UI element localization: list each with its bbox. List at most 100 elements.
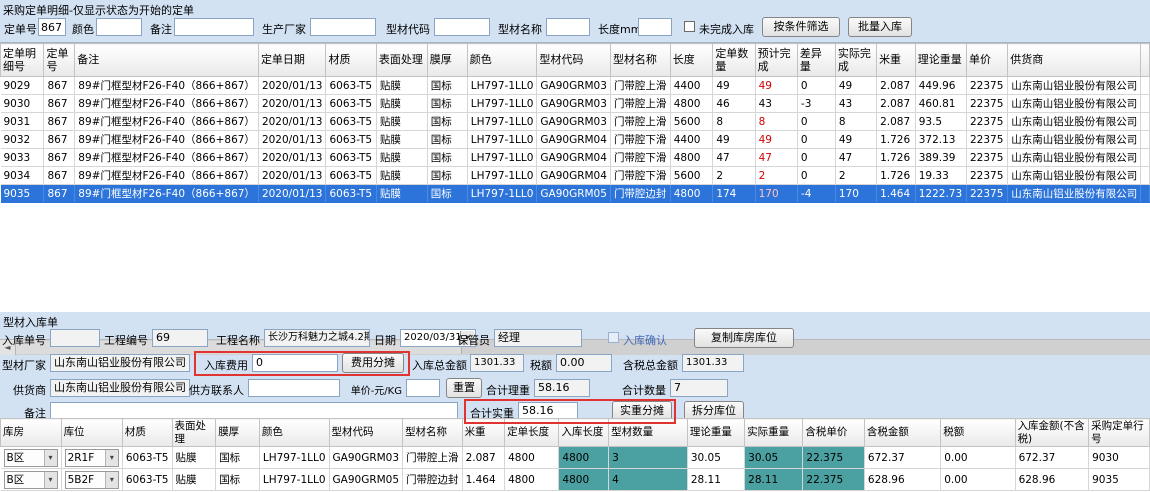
column-header[interactable]: 实际重量 <box>745 419 803 447</box>
column-header[interactable]: 含税单价 <box>803 419 865 447</box>
column-header[interactable]: 库位 <box>61 419 122 447</box>
column-header[interactable]: 长度 <box>670 44 713 77</box>
column-header[interactable]: 备注 <box>75 44 259 77</box>
column-header[interactable]: 型材名称 <box>403 419 463 447</box>
column-header[interactable]: 型材代码 <box>537 44 611 77</box>
receipt-no-field[interactable] <box>50 329 100 347</box>
column-header[interactable]: 颜色 <box>259 419 329 447</box>
column-header[interactable]: 含税金额 <box>864 419 940 447</box>
inbound-total-field[interactable]: 1301.33 <box>470 354 524 372</box>
project-name-field[interactable]: 长沙万科魅力之城4.2期 <box>264 329 370 347</box>
column-header[interactable]: 定单日期 <box>258 44 326 77</box>
cell: 1.726 <box>877 131 916 149</box>
table-row[interactable]: 903386789#门框型材F26-F40（866+867）2020/01/13… <box>1 149 1150 167</box>
unfinished-checkbox[interactable] <box>684 21 695 32</box>
inbound-fee-field[interactable]: 0 <box>252 354 338 372</box>
column-header[interactable]: 膜厚 <box>427 44 467 77</box>
supplier-field[interactable]: 山东南山铝业股份有限公司 <box>50 379 190 397</box>
column-header[interactable] <box>1141 44 1150 77</box>
column-header[interactable]: 定单数量 <box>713 44 755 77</box>
warehouse-combo[interactable]: B区▾ <box>1 447 62 469</box>
column-header[interactable]: 表面处理 <box>376 44 427 77</box>
cell: 6063-T5 <box>326 95 376 113</box>
chevron-down-icon[interactable]: ▾ <box>105 472 118 488</box>
column-header[interactable]: 库房 <box>1 419 62 447</box>
column-header[interactable]: 膜厚 <box>216 419 260 447</box>
table-row[interactable]: 903186789#门框型材F26-F40（866+867）2020/01/13… <box>1 113 1150 131</box>
column-header[interactable]: 表面处理 <box>172 419 216 447</box>
column-header[interactable]: 材质 <box>122 419 172 447</box>
unit-price-field[interactable] <box>406 379 440 397</box>
chevron-down-icon[interactable]: ▾ <box>44 450 57 466</box>
chevron-down-icon[interactable]: ▾ <box>44 472 57 488</box>
remark-filter-input[interactable] <box>174 18 254 36</box>
order-no-input[interactable] <box>38 18 66 36</box>
table-row[interactable]: 903086789#门框型材F26-F40（866+867）2020/01/13… <box>1 95 1150 113</box>
column-header[interactable]: 供货商 <box>1008 44 1141 77</box>
theory-weight-total-field[interactable]: 58.16 <box>534 379 590 397</box>
inbound-confirm-checkbox[interactable] <box>608 332 619 343</box>
project-no-field[interactable]: 69 <box>152 329 208 347</box>
copy-warehouse-button[interactable]: 复制库房库位 <box>694 328 794 348</box>
cell: 30.05 <box>687 447 744 469</box>
reset-button[interactable]: 重置 <box>446 378 482 398</box>
column-header[interactable]: 入库金额(不含税) <box>1015 419 1089 447</box>
code-filter-input[interactable] <box>434 18 490 36</box>
column-header[interactable]: 米重 <box>462 419 505 447</box>
column-header[interactable]: 材质 <box>326 44 376 77</box>
tax-field[interactable]: 0.00 <box>556 354 612 372</box>
column-header[interactable]: 入库长度 <box>559 419 609 447</box>
table-row[interactable]: 903586789#门框型材F26-F40（866+867）2020/01/13… <box>1 185 1150 203</box>
supplier-contact-field[interactable] <box>248 379 340 397</box>
chevron-down-icon[interactable]: ▾ <box>105 450 118 466</box>
table-row[interactable]: 903486789#门框型材F26-F40（866+867）2020/01/13… <box>1 167 1150 185</box>
color-filter-input[interactable] <box>96 18 142 36</box>
order-detail-grid: 定单明细号定单号备注定单日期材质表面处理膜厚颜色型材代码型材名称长度定单数量预计… <box>0 42 1150 312</box>
filter-by-condition-button[interactable]: 按条件筛选 <box>762 17 840 37</box>
location-combo[interactable]: 5B2F▾ <box>61 469 122 491</box>
combo-value: B区 <box>5 472 44 487</box>
total-with-tax-field[interactable]: 1301.33 <box>682 354 744 372</box>
table-row[interactable]: 903286789#门框型材F26-F40（866+867）2020/01/13… <box>1 131 1150 149</box>
keeper-field[interactable]: 经理 <box>494 329 582 347</box>
batch-inbound-button[interactable]: 批量入库 <box>848 17 912 37</box>
column-header[interactable]: 预计完成 <box>755 44 797 77</box>
column-header[interactable]: 型材代码 <box>329 419 403 447</box>
fee-allocate-button[interactable]: 费用分摊 <box>342 353 404 373</box>
profile-maker-field[interactable]: 山东南山铝业股份有限公司 <box>50 354 190 372</box>
column-header[interactable]: 税额 <box>941 419 1015 447</box>
cell: 867 <box>44 95 75 113</box>
column-header[interactable]: 米重 <box>877 44 916 77</box>
table-row[interactable]: B区▾5B2F▾6063-T5贴膜国标LH797-1LL0GA90GRM05门带… <box>1 469 1150 491</box>
warehouse-combo[interactable]: B区▾ <box>1 469 62 491</box>
column-header[interactable]: 定单号 <box>44 44 75 77</box>
cell: 47 <box>713 149 755 167</box>
cell: 2.087 <box>877 77 916 95</box>
column-header[interactable]: 单价 <box>967 44 1008 77</box>
cell: 0 <box>797 149 835 167</box>
cell: 2 <box>755 167 797 185</box>
cell: 628.96 <box>864 469 940 491</box>
cell: 贴膜 <box>172 447 216 469</box>
name-filter-input[interactable] <box>546 18 590 36</box>
column-header[interactable]: 差异量 <box>797 44 835 77</box>
length-filter-input[interactable] <box>638 18 672 36</box>
column-header[interactable]: 理论重量 <box>915 44 966 77</box>
cell: 93.5 <box>915 113 966 131</box>
column-header[interactable]: 定单长度 <box>505 419 559 447</box>
column-header[interactable]: 理论重量 <box>687 419 744 447</box>
column-header[interactable]: 实际完成 <box>835 44 876 77</box>
location-combo[interactable]: 2R1F▾ <box>61 447 122 469</box>
table-row[interactable]: 902986789#门框型材F26-F40（866+867）2020/01/13… <box>1 77 1150 95</box>
column-header[interactable]: 型材名称 <box>610 44 670 77</box>
maker-filter-input[interactable] <box>310 18 376 36</box>
column-header[interactable]: 型材数量 <box>609 419 688 447</box>
cell: 49 <box>835 131 876 149</box>
cell <box>1141 95 1150 113</box>
table-row[interactable]: B区▾2R1F▾6063-T5贴膜国标LH797-1LL0GA90GRM03门带… <box>1 447 1150 469</box>
column-header[interactable]: 定单明细号 <box>1 44 44 77</box>
cell: 19.33 <box>915 167 966 185</box>
column-header[interactable]: 颜色 <box>467 44 537 77</box>
column-header[interactable]: 采购定单行号 <box>1089 419 1150 447</box>
total-qty-field[interactable]: 7 <box>670 379 728 397</box>
